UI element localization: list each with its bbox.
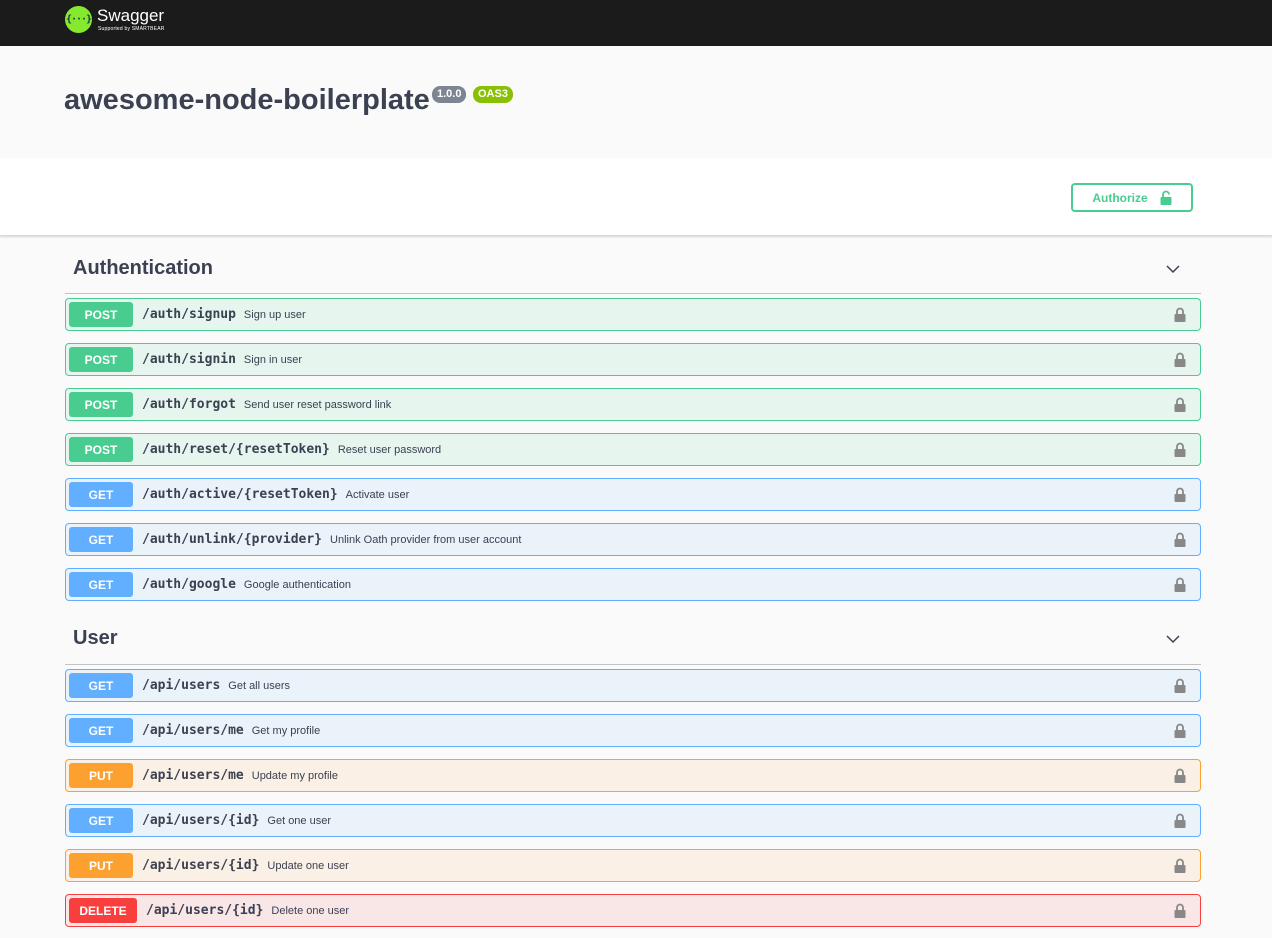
operation-path: /auth/google — [142, 577, 236, 592]
lock-icon[interactable] — [1174, 903, 1186, 918]
operation-summary: Update one user — [267, 859, 349, 872]
operation-summary: Reset user password — [337, 443, 442, 456]
operation-path: /api/users/{id} — [142, 813, 260, 828]
operation-summary: Unlink Oath provider from user account — [330, 533, 522, 546]
logo-text: Swagger Supported by SMARTBEAR — [97, 6, 165, 32]
operation-row[interactable]: GET/api/users/me Get my profile — [65, 714, 1201, 747]
method-badge: PUT — [69, 853, 133, 878]
lock-icon[interactable] — [1174, 678, 1186, 693]
method-badge: GET — [69, 482, 133, 507]
operation-summary: Get one user — [267, 814, 331, 827]
operation-path: /auth/signup — [142, 307, 236, 322]
operation-summary: Send user reset password link — [243, 398, 392, 411]
method-badge: GET — [69, 808, 133, 833]
lock-icon[interactable] — [1174, 768, 1186, 783]
operation-row[interactable]: GET/auth/unlink/{provider} Unlink Oath pr… — [65, 523, 1201, 556]
method-badge: POST — [69, 392, 133, 417]
method-badge: DELETE — [69, 898, 137, 923]
operation-summary: Sign in user — [243, 353, 303, 366]
swagger-logo-icon: {···} — [65, 6, 92, 33]
operation-row[interactable]: PUT/api/users/me Update my profile — [65, 759, 1201, 792]
operation-summary: Sign up user — [243, 308, 306, 321]
operation-path: /api/users/{id} — [142, 858, 260, 873]
oas-badge: OAS3 — [473, 86, 513, 103]
lock-icon[interactable] — [1174, 532, 1186, 547]
operation-row[interactable]: GET/auth/active/{resetToken} Activate use… — [65, 478, 1201, 511]
lock-icon[interactable] — [1174, 487, 1186, 502]
chevron-down-icon — [1166, 264, 1180, 273]
topbar: {···} Swagger Supported by SMARTBEAR — [0, 0, 1272, 46]
lock-icon[interactable] — [1174, 858, 1186, 873]
chevron-down-icon — [1166, 634, 1180, 643]
operation-summary: Get all users — [228, 679, 291, 692]
operation-row[interactable]: POST/auth/signup Sign up user — [65, 298, 1201, 331]
method-badge: POST — [69, 437, 133, 462]
info-section: awesome-node-boilerplate 1.0.0 OAS3 — [0, 46, 1272, 158]
authorize-button[interactable]: Authorize — [1071, 183, 1193, 212]
operation-path: /auth/signin — [142, 352, 236, 367]
method-badge: GET — [69, 673, 133, 698]
tag-name: User — [73, 627, 118, 649]
operation-path: /auth/unlink/{provider} — [142, 532, 323, 547]
operation-path: /auth/reset/{resetToken} — [142, 442, 330, 457]
tag-header-user[interactable]: User — [65, 613, 1201, 665]
operation-row[interactable]: POST/auth/reset/{resetToken} Reset user p… — [65, 433, 1201, 466]
lock-icon[interactable] — [1174, 723, 1186, 738]
operation-path: /api/users/me — [142, 768, 244, 783]
operation-row[interactable]: GET/api/users/{id} Get one user — [65, 804, 1201, 837]
swagger-logo[interactable]: {···} Swagger Supported by SMARTBEAR — [65, 6, 165, 33]
tag-name: Authentication — [73, 257, 213, 279]
operation-summary: Google authentication — [243, 578, 351, 591]
operation-row[interactable]: POST/auth/forgot Send user reset password… — [65, 388, 1201, 421]
operation-summary: Get my profile — [251, 724, 321, 737]
operation-path: /api/users/me — [142, 723, 244, 738]
lock-icon[interactable] — [1174, 442, 1186, 457]
lock-icon[interactable] — [1174, 577, 1186, 592]
operation-path: /auth/active/{resetToken} — [142, 487, 338, 502]
method-badge: PUT — [69, 763, 133, 788]
operation-row[interactable]: DELETE/api/users/{id} Delete one user — [65, 894, 1201, 927]
method-badge: GET — [69, 572, 133, 597]
tag-header-authentication[interactable]: Authentication — [65, 244, 1201, 294]
operation-summary: Delete one user — [271, 904, 350, 917]
operation-row[interactable]: GET/api/users Get all users — [65, 669, 1201, 702]
unlock-icon — [1160, 190, 1172, 205]
lock-icon[interactable] — [1174, 813, 1186, 828]
operation-path: /api/users — [142, 678, 221, 693]
logo-sub: Supported by SMARTBEAR — [98, 26, 165, 32]
scheme-container: Authorize — [0, 158, 1272, 236]
operation-path: /auth/forgot — [142, 397, 236, 412]
method-badge: POST — [69, 302, 133, 327]
operations-content: Authentication POST/auth/signup Sign up us… — [0, 244, 1272, 927]
method-badge: GET — [69, 527, 133, 552]
operation-summary: Update my profile — [251, 769, 338, 782]
lock-icon[interactable] — [1174, 397, 1186, 412]
operation-summary: Activate user — [345, 488, 410, 501]
method-badge: GET — [69, 718, 133, 743]
page-title: awesome-node-boilerplate — [64, 84, 430, 116]
method-badge: POST — [69, 347, 133, 372]
authorize-label: Authorize — [1092, 190, 1148, 205]
operation-row[interactable]: GET/auth/google Google authentication — [65, 568, 1201, 601]
version-badge: 1.0.0 — [432, 86, 467, 103]
lock-icon[interactable] — [1174, 307, 1186, 322]
lock-icon[interactable] — [1174, 352, 1186, 367]
operation-row[interactable]: PUT/api/users/{id} Update one user — [65, 849, 1201, 882]
operation-path: /api/users/{id} — [146, 903, 264, 918]
operation-row[interactable]: POST/auth/signin Sign in user — [65, 343, 1201, 376]
logo-name: Swagger — [97, 6, 165, 25]
